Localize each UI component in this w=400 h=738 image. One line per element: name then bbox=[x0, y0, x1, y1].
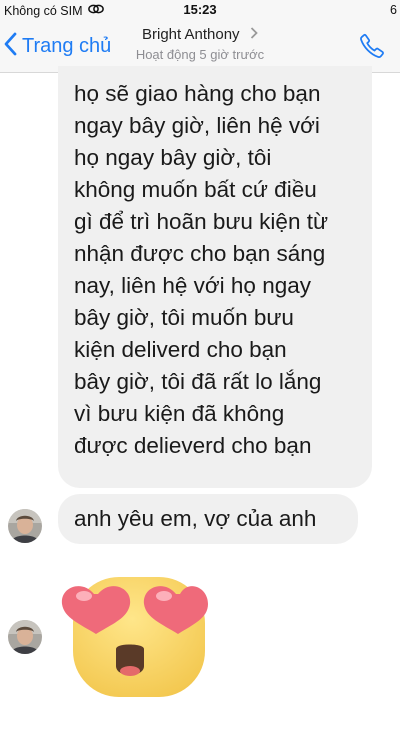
message-bubble[interactable]: anh yêu em, vợ của anh bbox=[58, 494, 358, 544]
status-time: 15:23 bbox=[183, 2, 217, 17]
battery-indicator: 6 bbox=[390, 3, 397, 17]
call-button[interactable] bbox=[358, 32, 386, 65]
contact-name: Bright Anthony bbox=[141, 26, 240, 43]
presence-status: Hoạt động 5 giờ trước bbox=[135, 47, 265, 62]
phone-icon bbox=[358, 33, 386, 64]
heart-eyes-emoji[interactable] bbox=[58, 574, 208, 719]
avatar[interactable] bbox=[8, 620, 42, 654]
avatar[interactable] bbox=[8, 509, 42, 543]
contact-title[interactable]: Bright Anthony Hoạt động 5 giờ trước bbox=[0, 26, 400, 62]
status-bar: Không có SIM 15:23 6 bbox=[0, 0, 400, 20]
message-bubble[interactable]: họ sẽ giao hàng cho bạn ngay bây giờ, li… bbox=[58, 66, 372, 488]
chevron-right-icon bbox=[250, 26, 258, 44]
